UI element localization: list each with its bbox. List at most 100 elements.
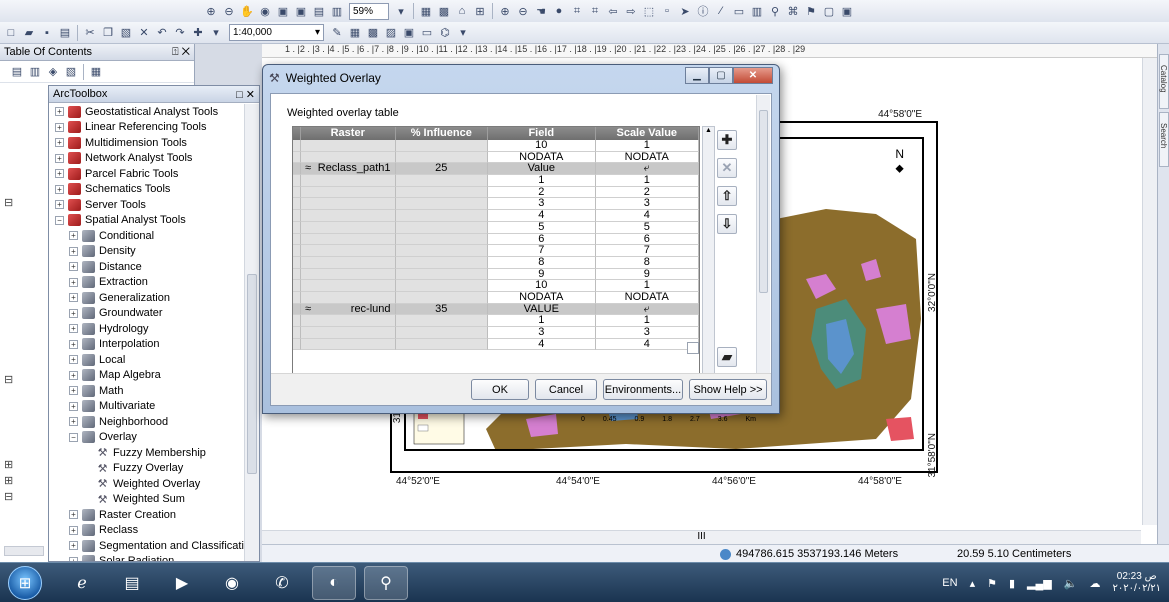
toolbox-item[interactable]: + Local xyxy=(49,352,243,368)
influence-cell[interactable] xyxy=(395,186,489,199)
toolbox-item[interactable]: + Network Analyst Tools xyxy=(49,151,243,167)
toolbox-item[interactable]: + Segmentation and Classificatic xyxy=(49,538,249,554)
toc-options-icon[interactable]: ▦ xyxy=(88,64,104,80)
toolbox-item[interactable]: + Interpolation xyxy=(49,337,243,353)
raster-cell[interactable] xyxy=(300,221,396,234)
paste-icon[interactable]: ▧ xyxy=(118,25,134,41)
scale-value-cell[interactable]: 1 xyxy=(595,140,699,152)
open-icon[interactable]: ▰ xyxy=(21,25,37,41)
list-by-drawing-order-icon[interactable]: ▤ xyxy=(9,64,25,80)
column-scale-value[interactable]: Scale Value xyxy=(596,127,699,140)
raster-cell[interactable] xyxy=(300,198,396,211)
scale-value-cell[interactable]: 5 xyxy=(595,221,699,234)
full-extent-icon[interactable]: ◉ xyxy=(257,3,273,19)
column-raster[interactable]: Raster xyxy=(301,127,396,140)
zoom-100-icon[interactable]: ▥ xyxy=(329,3,345,19)
column-field[interactable]: Field xyxy=(488,127,596,140)
zoom-percent-combo[interactable]: 59% xyxy=(349,2,389,20)
row-handle[interactable] xyxy=(293,186,301,199)
field-cell[interactable]: 3 xyxy=(488,198,596,211)
expand-icon[interactable]: + xyxy=(69,355,78,365)
toc-collapse-icon[interactable]: ⊟ xyxy=(4,196,13,209)
scale-value-cell[interactable]: ⤶ xyxy=(595,303,699,316)
battery-icon[interactable]: ▮ xyxy=(1009,577,1015,590)
expand-icon[interactable]: + xyxy=(69,401,78,411)
environments-button[interactable]: Environments... xyxy=(603,379,683,400)
catalog-icon[interactable]: ▩ xyxy=(365,25,381,41)
time-slider-icon[interactable]: ▢ xyxy=(821,3,837,19)
language-indicator[interactable]: EN xyxy=(942,577,957,589)
row-handle[interactable] xyxy=(293,221,301,234)
influence-cell[interactable] xyxy=(395,210,489,222)
influence-cell[interactable] xyxy=(395,175,489,187)
expand-icon[interactable]: + xyxy=(69,231,78,241)
fixed-zoom-out-icon[interactable]: ▣ xyxy=(293,3,309,19)
raster-cell[interactable] xyxy=(300,233,396,246)
raster-cell[interactable] xyxy=(300,291,396,304)
influence-cell[interactable] xyxy=(395,198,489,211)
list-by-visibility-icon[interactable]: ◈ xyxy=(45,64,61,80)
cancel-button[interactable]: Cancel xyxy=(535,379,597,400)
influence-cell[interactable]: 35 xyxy=(395,303,489,316)
column-influence[interactable]: % Influence xyxy=(396,127,489,140)
toc-collapse-icon[interactable]: ⊟ xyxy=(4,373,13,386)
scale-value-cell[interactable]: NODATA xyxy=(595,291,699,304)
influence-cell[interactable] xyxy=(395,221,489,234)
table-row[interactable]: 77 xyxy=(293,245,699,257)
find-icon[interactable]: ⊞ xyxy=(472,3,488,19)
toc-expand-icon[interactable]: ⊞ xyxy=(4,474,13,487)
field-cell[interactable]: 1 xyxy=(488,315,596,327)
add-data-icon[interactable]: ✚ xyxy=(190,25,206,41)
open-file-button[interactable]: ▰ xyxy=(717,347,737,367)
toolbox-scrollbar[interactable] xyxy=(244,104,259,561)
row-handle[interactable] xyxy=(293,291,301,304)
toc-expand-icon[interactable]: ⊞ xyxy=(4,458,13,471)
model-builder-icon[interactable]: ⌬ xyxy=(437,25,453,41)
scale-value-cell[interactable]: 1 xyxy=(595,175,699,187)
toolbox-item[interactable]: + Math xyxy=(49,383,243,399)
table-row[interactable]: 33 xyxy=(293,198,699,211)
measure-icon[interactable]: ▭ xyxy=(731,3,747,19)
expand-icon[interactable]: + xyxy=(55,122,64,132)
raster-cell[interactable]: ≈ Reclass_path1 xyxy=(300,163,396,176)
row-handle[interactable] xyxy=(293,233,301,246)
scale-value-cell[interactable]: 1 xyxy=(595,315,699,327)
viewer-icon[interactable]: ▣ xyxy=(839,3,855,19)
influence-cell[interactable] xyxy=(395,151,489,164)
influence-cell[interactable] xyxy=(395,280,489,292)
scale-value-cell[interactable]: 9 xyxy=(595,268,699,281)
copy-icon[interactable]: ❐ xyxy=(100,25,116,41)
field-cell[interactable]: 4 xyxy=(488,210,596,222)
ok-button[interactable]: OK xyxy=(471,379,529,400)
row-handle[interactable] xyxy=(293,256,301,269)
collapse-icon[interactable]: − xyxy=(69,432,78,442)
add-raster-button[interactable]: ✚ xyxy=(717,130,737,150)
row-handle[interactable] xyxy=(293,327,301,339)
expand-icon[interactable]: + xyxy=(69,525,78,535)
table-row[interactable]: 10 1 xyxy=(293,280,699,292)
field-cell[interactable]: 2 xyxy=(488,186,596,199)
editor-icon[interactable]: ✎ xyxy=(329,25,345,41)
row-handle[interactable] xyxy=(293,140,301,152)
map-horizontal-scrollbar[interactable]: III xyxy=(262,530,1141,544)
fixed-zoom-in-icon[interactable]: ▣ xyxy=(275,3,291,19)
undo-icon[interactable]: ↶ xyxy=(154,25,170,41)
influence-cell[interactable]: 25 xyxy=(395,163,489,176)
table-row[interactable]: 99 xyxy=(293,268,699,281)
field-cell[interactable]: 6 xyxy=(488,233,596,246)
toolbox-icon[interactable]: ▣ xyxy=(401,25,417,41)
layout-icon[interactable]: ▩ xyxy=(436,3,452,19)
toolbox-item[interactable]: + Distance xyxy=(49,259,243,275)
scale-value-cell[interactable]: 6 xyxy=(595,233,699,246)
fixed-in-icon[interactable]: ⌗ xyxy=(569,3,585,19)
redo-icon[interactable]: ↷ xyxy=(172,25,188,41)
expand-icon[interactable]: + xyxy=(69,246,78,256)
fixed-out-icon[interactable]: ⌗ xyxy=(587,3,603,19)
field-cell[interactable]: 1 xyxy=(488,175,596,187)
chrome-icon[interactable]: ◉ xyxy=(210,566,254,600)
row-handle[interactable] xyxy=(293,338,301,351)
table-icon[interactable]: ▦ xyxy=(347,25,363,41)
zoom-whole-page-icon[interactable]: ▤ xyxy=(311,3,327,19)
toc-collapse-icon[interactable]: ⊟ xyxy=(4,490,13,503)
page-icon[interactable]: ▦ xyxy=(418,3,434,19)
